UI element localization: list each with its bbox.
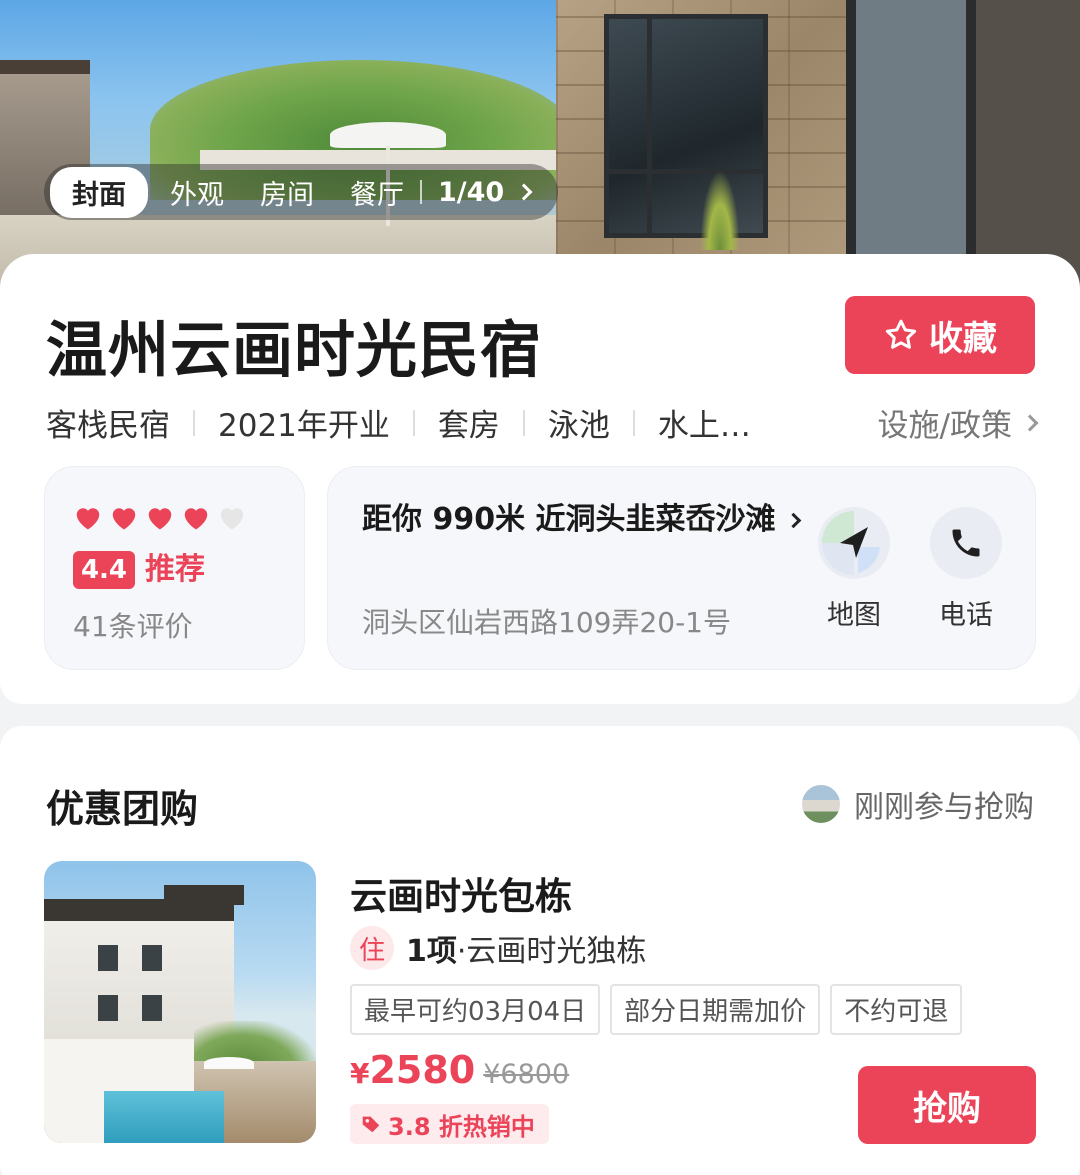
gallery-counter[interactable]: 1/40 [438, 177, 504, 208]
rating-hearts [73, 503, 253, 531]
photo-window [142, 945, 162, 971]
recent-purchase-text: 刚刚参与抢购 [854, 790, 1034, 825]
facilities-policy-link[interactable]: 设施/政策 [877, 400, 1039, 445]
photo-umbrella [330, 122, 446, 148]
favorite-label: 收藏 [929, 318, 997, 359]
price-row: ¥ 2580 ¥6800 [350, 1048, 569, 1092]
chip-earliest-date: 最早可约03月04日 [350, 984, 601, 1035]
hotel-tags: 客栈民宿 2021年开业 套房 泳池 水上… 设施/政策 [46, 400, 1039, 445]
heart-filled-icon [148, 508, 172, 530]
location-box: 距你 990米 近洞头韭菜岙沙滩 洞头区仙岩西路109弄20-1号 地图 电话 [327, 466, 1036, 670]
heart-filled-icon [112, 508, 136, 530]
deal-name[interactable]: 云画时光包栋 [350, 866, 572, 920]
phone-label: 电话 [939, 600, 993, 631]
photo-window [604, 14, 768, 238]
distance-text: 距你 990米 近洞头韭菜岙沙滩 [362, 502, 776, 537]
buy-button[interactable]: 抢购 [858, 1066, 1036, 1144]
map-icon [818, 507, 890, 579]
photo-pool [104, 1091, 224, 1143]
gallery-tab-restaurant[interactable]: 餐厅 [350, 173, 404, 212]
map-label: 地图 [827, 600, 881, 631]
discount-badge: 3.8 折热销中 [350, 1104, 549, 1144]
chevron-right-icon [785, 512, 801, 529]
hero-photo[interactable]: 封面 外观 房间 餐厅 1/40 [0, 0, 1080, 290]
tag-water: 水上… [657, 408, 751, 444]
distance-link[interactable]: 距你 990米 近洞头韭菜岙沙滩 [362, 497, 802, 543]
star-outline-icon [885, 319, 917, 349]
deal-price: 2580 [369, 1048, 476, 1092]
chip-surcharge: 部分日期需加价 [610, 984, 821, 1035]
tag-divider [193, 409, 195, 436]
gallery-divider [420, 180, 422, 204]
tag-divider [632, 409, 635, 436]
stay-info: 住 1项·云画时光独栋 [350, 926, 646, 970]
gallery-tab-rooms[interactable]: 房间 [260, 173, 314, 212]
tag-type: 客栈民宿 [46, 408, 170, 444]
phone-icon [930, 507, 1002, 579]
address: 洞头区仙岩西路109弄20-1号 [362, 606, 731, 639]
heart-filled-icon [184, 508, 208, 530]
tag-icon [362, 1116, 380, 1133]
chevron-right-icon [1021, 414, 1039, 431]
tag-opened: 2021年开业 [218, 408, 390, 444]
discount-label: 3.8 折热销中 [388, 1112, 535, 1141]
photo-window [98, 995, 118, 1021]
tag-pool: 泳池 [547, 408, 610, 444]
currency-symbol: ¥ [350, 1057, 370, 1090]
review-count[interactable]: 41条评价 [73, 605, 193, 645]
photo-glass-door [846, 0, 1080, 290]
group-deals-card: 优惠团购 刚刚参与抢购 云画时光包栋 住 1项·云画时光独栋 最早可约03月04… [0, 726, 1080, 1175]
hotel-info-card: 温州云画时光民宿 收藏 客栈民宿 2021年开业 套房 泳池 水上… 设施/政策… [0, 254, 1080, 704]
rating-box[interactable]: 4.4 推荐 41条评价 [44, 466, 305, 670]
gallery-tab-cover[interactable]: 封面 [50, 166, 148, 218]
map-button[interactable]: 地图 [809, 507, 899, 632]
deal-thumbnail[interactable] [44, 861, 316, 1143]
stay-count: 1项 [406, 934, 457, 969]
heart-filled-icon [76, 508, 100, 530]
phone-button[interactable]: 电话 [921, 507, 1011, 632]
chip-refund: 不约可退 [830, 984, 963, 1035]
gallery-tabs: 封面 外观 房间 餐厅 1/40 [44, 164, 558, 220]
photo-umbrella [204, 1057, 254, 1069]
rating-label: 推荐 [145, 552, 205, 587]
chevron-right-icon[interactable] [515, 183, 533, 201]
photo-plant [700, 170, 740, 250]
avatar [800, 783, 842, 825]
stay-badge: 住 [350, 926, 394, 970]
photo-roof [164, 885, 244, 905]
original-price: ¥6800 [483, 1059, 570, 1090]
score-badge: 4.4 [73, 551, 135, 589]
photo-window [142, 995, 162, 1021]
heart-empty-icon [220, 508, 244, 530]
favorite-button[interactable]: 收藏 [845, 296, 1035, 374]
tag-suite: 套房 [437, 408, 500, 444]
gallery-tab-exterior[interactable]: 外观 [170, 173, 224, 212]
facilities-label: 设施/政策 [877, 408, 1012, 444]
tag-divider [412, 409, 415, 436]
stay-desc: ·云画时光独栋 [456, 934, 647, 969]
tag-divider [522, 409, 525, 436]
recent-purchase-ticker: 刚刚参与抢购 [800, 782, 1034, 826]
deal-chips: 最早可约03月04日 部分日期需加价 不约可退 [350, 984, 972, 1035]
section-title: 优惠团购 [46, 787, 199, 831]
photo-window [98, 945, 118, 971]
hotel-name: 温州云画时光民宿 [46, 315, 543, 386]
stay-text: 1项·云画时光独栋 [406, 926, 646, 970]
